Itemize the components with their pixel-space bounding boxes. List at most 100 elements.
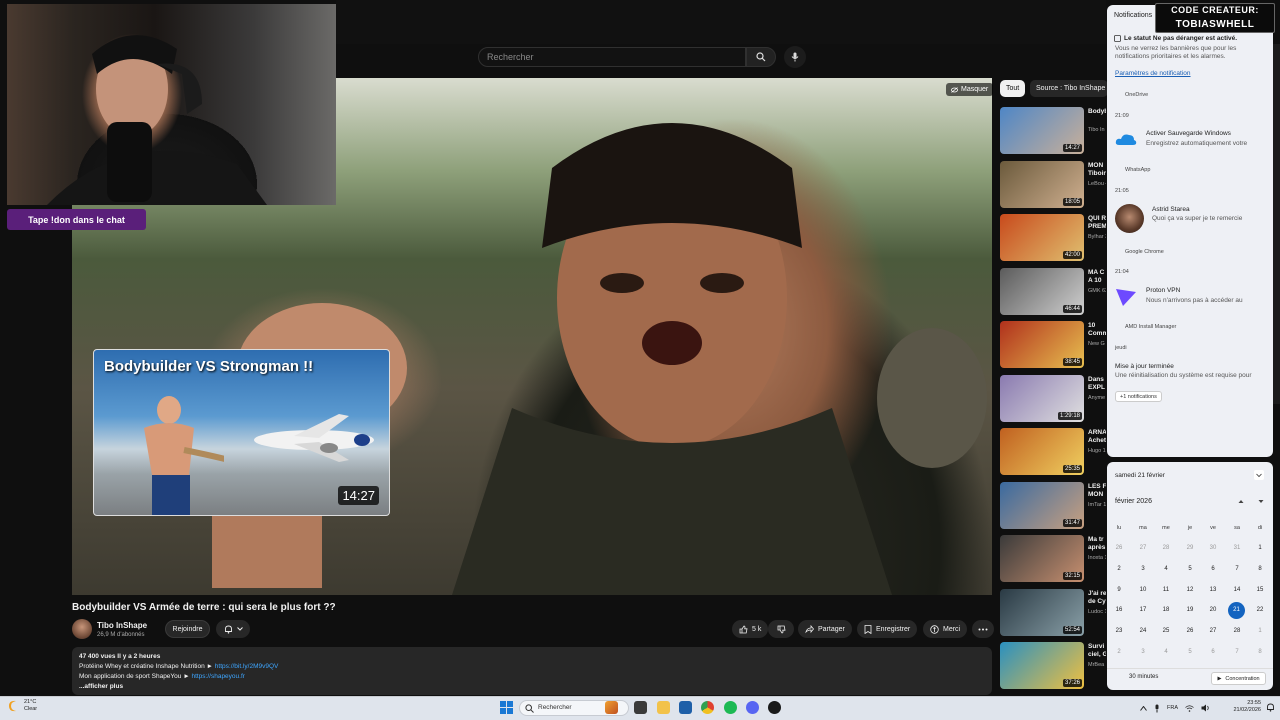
recommendation-title[interactable]: Comm bbox=[1088, 330, 1106, 338]
calendar-day[interactable]: 23 bbox=[1109, 623, 1129, 639]
video-description[interactable]: 47 400 vues Il y a 2 heures Protéine Whe… bbox=[72, 647, 992, 695]
calendar-day[interactable]: 4 bbox=[1156, 561, 1176, 577]
weather-widget[interactable]: 21°C Clear bbox=[8, 699, 37, 713]
recommendation-title[interactable]: après bbox=[1088, 544, 1106, 552]
recommendation-item[interactable]: 32:15 Ma traprès Inoxta 1,1 M bbox=[1000, 535, 1106, 583]
avatar[interactable] bbox=[72, 619, 92, 639]
recommendation-title[interactable]: Achet bbox=[1088, 437, 1106, 445]
spotify-icon[interactable] bbox=[724, 701, 737, 714]
recommendation-item[interactable]: 18:05 MONTiboin LeBou 435 k bbox=[1000, 160, 1106, 209]
recommendation-title[interactable]: 10 bbox=[1088, 322, 1106, 330]
recommendation-thumbnail[interactable]: 25:35 bbox=[1000, 428, 1084, 475]
calendar-day[interactable]: 28 bbox=[1227, 623, 1247, 639]
calendar-day[interactable]: 30 bbox=[1203, 540, 1223, 556]
search-input[interactable]: Rechercher bbox=[478, 47, 746, 67]
recommendation-title[interactable]: ciel, G bbox=[1088, 651, 1106, 659]
recommendation-thumbnail[interactable]: 42:00 bbox=[1000, 214, 1084, 261]
recommendation-thumbnail[interactable]: 31:47 bbox=[1000, 481, 1084, 529]
calendar-day[interactable]: 29 bbox=[1180, 540, 1200, 556]
join-button[interactable]: Rejoindre bbox=[165, 620, 210, 638]
calendar-day[interactable]: 26 bbox=[1180, 623, 1200, 639]
recommendation-thumbnail[interactable]: 18:05 bbox=[1000, 160, 1084, 208]
recommendation-item[interactable]: 46:44 MA CA 10 GMK 628 k bbox=[1000, 267, 1106, 316]
calendar-day[interactable]: 18 bbox=[1156, 602, 1176, 618]
recommendation-title[interactable]: Tiboin bbox=[1088, 170, 1106, 178]
calendar-day[interactable]: 7 bbox=[1227, 644, 1247, 660]
calendar-day[interactable]: 9 bbox=[1109, 582, 1129, 598]
save-button[interactable]: Enregistrer bbox=[857, 620, 918, 638]
recommendation-item[interactable]: 1:29:18 DansEXPL Anyme 1,3 M bbox=[1000, 374, 1106, 423]
calendar-day[interactable]: 31 bbox=[1227, 540, 1247, 556]
dislike-button[interactable] bbox=[768, 620, 794, 638]
recommendation-item[interactable]: 42:00 QUI RPREM Bylhar 314 k bbox=[1000, 214, 1106, 262]
calendar-day[interactable]: 27 bbox=[1203, 623, 1223, 639]
calendar-day[interactable]: 2 bbox=[1109, 644, 1129, 660]
notif-title-whatsapp[interactable]: Astrid Starea bbox=[1152, 206, 1190, 214]
recommendation-thumbnail[interactable]: 46:44 bbox=[1000, 267, 1084, 315]
recommendation-item[interactable]: 25:35 ARNAAchet Hugo 168 k bbox=[1000, 428, 1106, 476]
recommendation-thumbnail[interactable]: 37:26 bbox=[1000, 642, 1084, 689]
file-explorer-icon[interactable] bbox=[657, 701, 670, 714]
chevron-down-icon[interactable] bbox=[1254, 470, 1264, 480]
calendar-day[interactable]: 26 bbox=[1109, 540, 1129, 556]
chevron-up-icon[interactable] bbox=[1238, 499, 1244, 504]
notif-title-onedrive[interactable]: Activer Sauvegarde Windows bbox=[1146, 130, 1231, 138]
notifications-bell-button[interactable] bbox=[216, 620, 250, 638]
calendar-day[interactable]: 7 bbox=[1227, 561, 1247, 577]
focus-button[interactable]: Concentration bbox=[1211, 672, 1266, 685]
discord-icon[interactable] bbox=[746, 701, 759, 714]
calendar-day[interactable]: 1 bbox=[1250, 623, 1270, 639]
calendar-day[interactable]: 22 bbox=[1250, 602, 1270, 618]
microphone-icon[interactable] bbox=[1154, 704, 1160, 713]
notif-title-amd[interactable]: Mise à jour terminée bbox=[1115, 363, 1174, 371]
recommendation-title[interactable]: ARNA bbox=[1088, 429, 1106, 437]
recommendation-title[interactable]: J'ai re bbox=[1088, 590, 1106, 598]
calendar-day[interactable]: 16 bbox=[1109, 602, 1129, 618]
channel-name[interactable]: Tibo InShape bbox=[97, 621, 147, 630]
app-icon[interactable] bbox=[768, 701, 781, 714]
calendar-day[interactable]: 27 bbox=[1133, 540, 1153, 556]
notification-settings-link[interactable]: Paramètres de notification bbox=[1115, 70, 1191, 77]
more-notifications-button[interactable]: +1 notifications bbox=[1115, 391, 1162, 402]
calendar-day[interactable]: 3 bbox=[1133, 561, 1153, 577]
thanks-button[interactable]: Merci bbox=[923, 620, 968, 638]
like-button[interactable]: 5 k bbox=[732, 620, 769, 638]
calendar-day[interactable]: 25 bbox=[1156, 623, 1176, 639]
recommendation-title[interactable]: MON bbox=[1088, 162, 1106, 170]
notif-title-proton[interactable]: Proton VPN bbox=[1146, 287, 1180, 295]
task-view-icon[interactable] bbox=[634, 701, 647, 714]
recommendation-title[interactable]: de Cy bbox=[1088, 598, 1106, 606]
calendar-day[interactable]: 24 bbox=[1133, 623, 1153, 639]
calendar-day[interactable]: 2 bbox=[1109, 561, 1129, 577]
recommendation-title[interactable]: MA C bbox=[1088, 269, 1106, 277]
chip-all[interactable]: Tout bbox=[1000, 80, 1026, 97]
calendar-day[interactable]: 15 bbox=[1250, 582, 1270, 598]
recommendation-thumbnail[interactable]: 52:54 bbox=[1000, 588, 1084, 636]
calendar-day[interactable]: 8 bbox=[1250, 644, 1270, 660]
notifications-icon[interactable] bbox=[1266, 703, 1275, 712]
recommendation-thumbnail[interactable]: 38:45 bbox=[1000, 321, 1084, 368]
hide-button[interactable]: Masquer bbox=[946, 83, 994, 96]
search-button[interactable] bbox=[746, 47, 776, 67]
recommendation-title[interactable]: EXPL bbox=[1088, 384, 1106, 392]
recommendation-thumbnail[interactable]: 1:29:18 bbox=[1000, 374, 1084, 422]
voice-search-button[interactable] bbox=[784, 46, 806, 68]
calendar-day[interactable]: 13 bbox=[1203, 582, 1223, 598]
calendar-day[interactable]: 3 bbox=[1133, 644, 1153, 660]
recommendation-thumbnail[interactable]: 32:15 bbox=[1000, 535, 1084, 582]
calendar-day[interactable]: 8 bbox=[1250, 561, 1270, 577]
calendar-day[interactable]: 19 bbox=[1180, 602, 1200, 618]
description-link-2[interactable]: https://shapeyou.fr bbox=[191, 673, 244, 680]
calendar-day[interactable]: 11 bbox=[1156, 582, 1176, 598]
recommendation-item[interactable]: 37:26 Survi ciel, G MrBea bbox=[1000, 642, 1106, 690]
calendar-day[interactable]: 20 bbox=[1203, 602, 1223, 618]
recommendation-title[interactable]: LES F bbox=[1088, 483, 1106, 491]
show-more-link[interactable]: ...afficher plus bbox=[79, 682, 985, 692]
windows-start-icon[interactable] bbox=[500, 701, 513, 714]
recommendation-item[interactable]: 52:54 J'ai rede Cy Ludoc 148 k bbox=[1000, 588, 1106, 637]
calendar-day[interactable]: 10 bbox=[1133, 582, 1153, 598]
chip-source[interactable]: Source : Tibo InShape bbox=[1030, 80, 1108, 97]
wifi-icon[interactable] bbox=[1185, 704, 1194, 712]
calendar-day[interactable]: 6 bbox=[1203, 644, 1223, 660]
recommendation-title[interactable]: PREM bbox=[1088, 223, 1106, 231]
